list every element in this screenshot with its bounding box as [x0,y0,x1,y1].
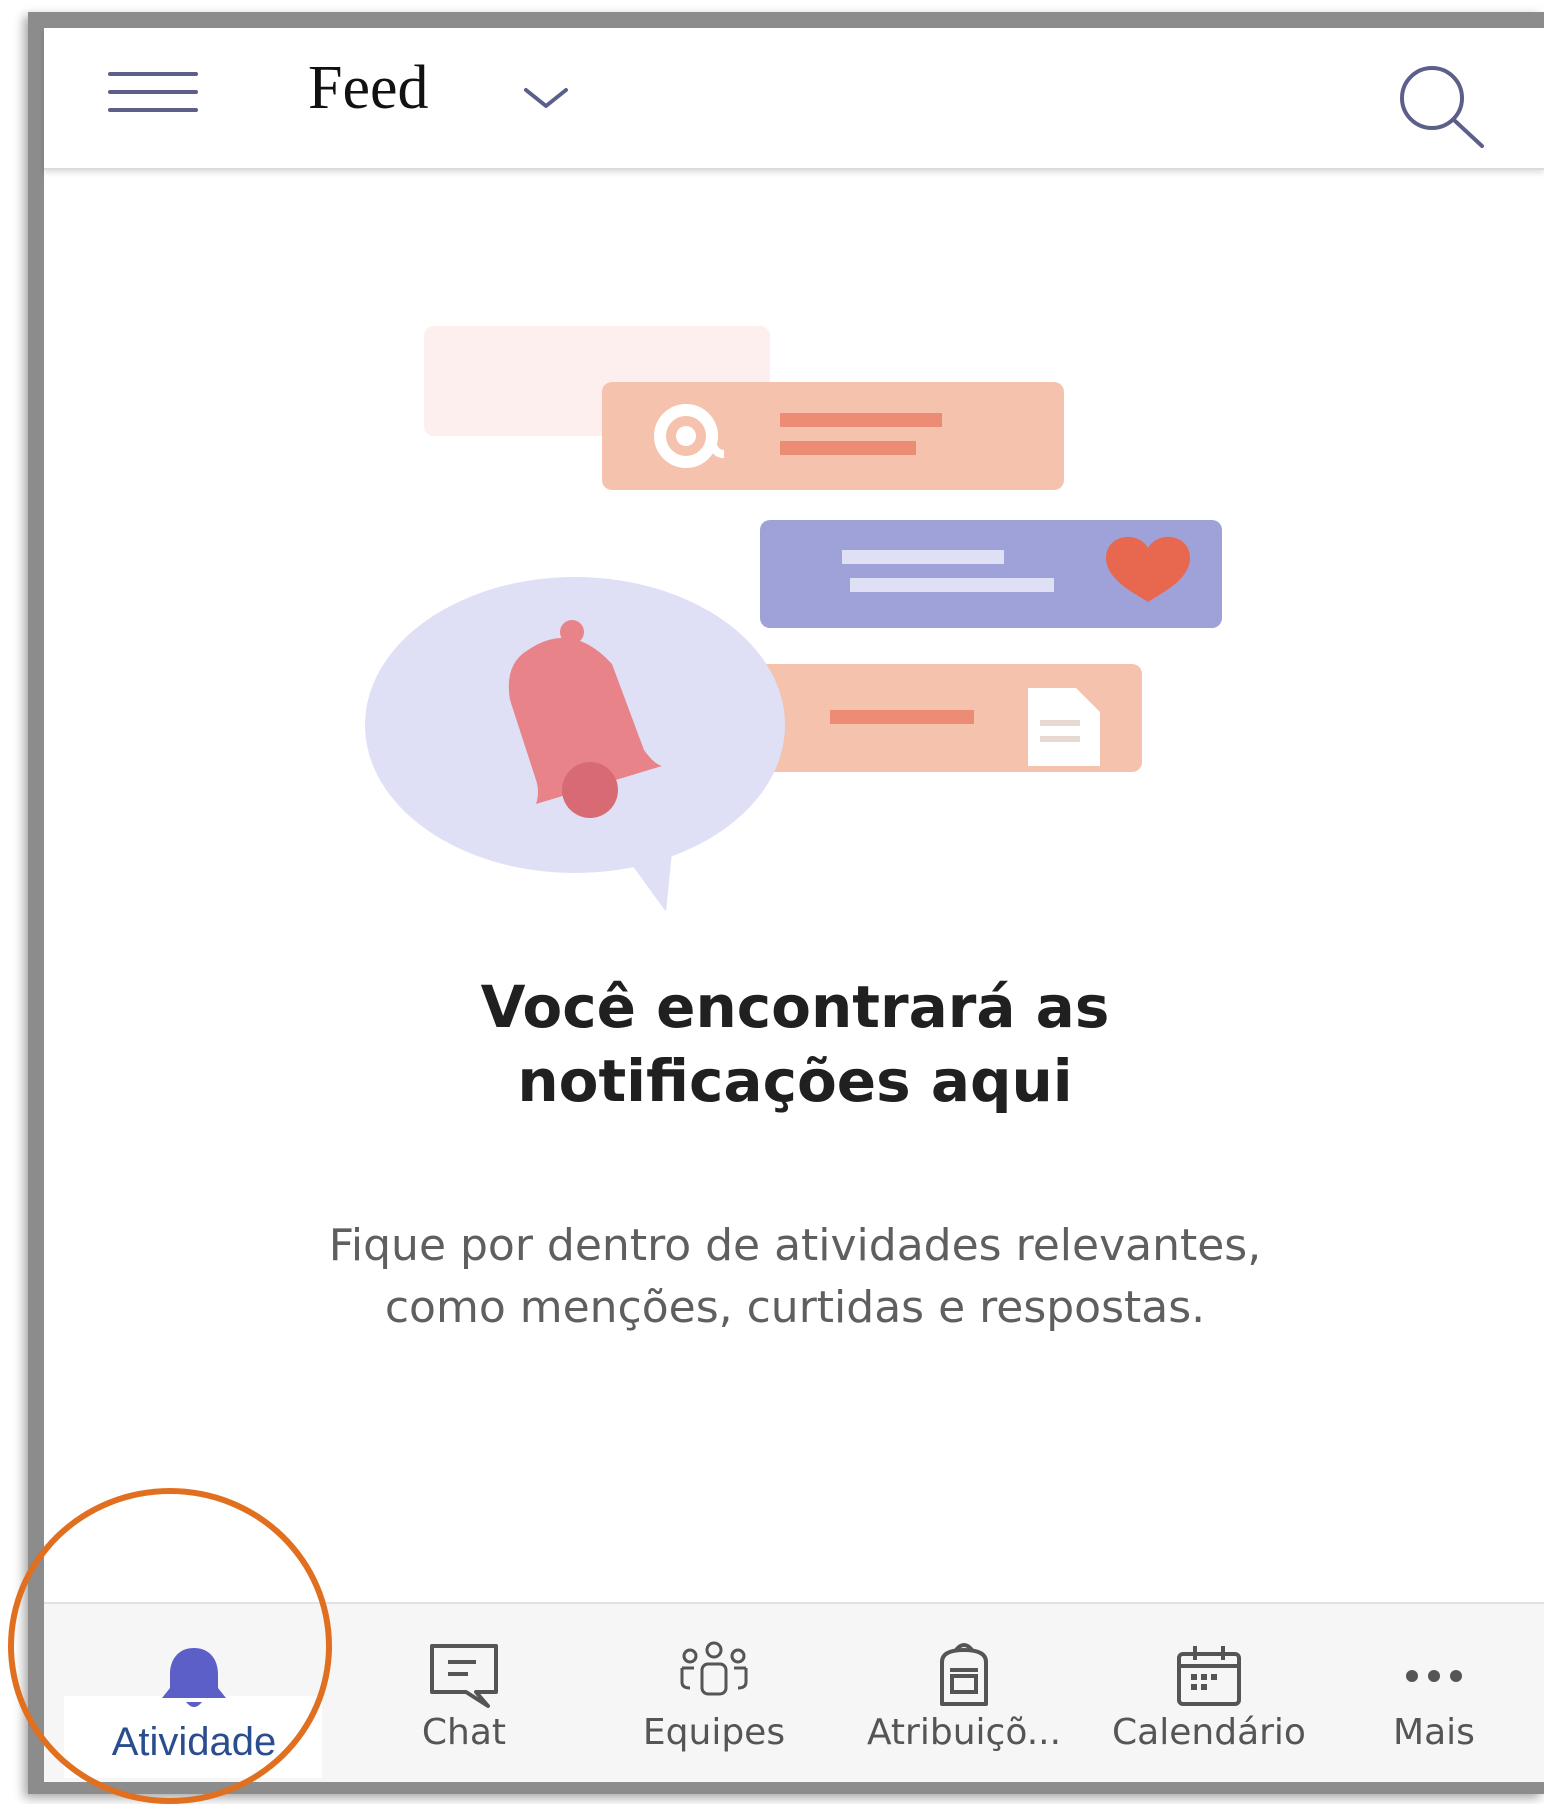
nav-label-mais: Mais [1393,1712,1475,1753]
empty-state-headline: Você encontrará as notificações aqui [480,973,1110,1115]
nav-item-equipes[interactable]: Equipes [584,1604,844,1782]
nav-label-equipes: Equipes [642,1712,786,1753]
notifications-illustration [365,326,1222,910]
backpack-icon [940,1643,988,1706]
teams-icon [680,1641,748,1696]
nav-item-atividade[interactable]: Atividade [44,1604,344,1782]
nav-label-chat: Chat [421,1712,507,1753]
nav-label-atividade: Atividade [111,1720,277,1764]
bell-icon [162,1648,226,1707]
nav-item-atribuicoes[interactable]: Atribuiçõ... [844,1604,1084,1782]
nav-item-chat[interactable]: Chat [344,1604,584,1782]
bottom-navigation: Atividade Chat Equipes Atribuiçõ... Cale… [44,1602,1544,1782]
nav-label-atribuicoes: Atribuiçõ... [866,1712,1062,1753]
calendar-icon [1177,1646,1241,1706]
chat-icon [430,1644,498,1708]
nav-item-mais[interactable]: Mais [1334,1604,1534,1782]
nav-label-calendario: Calendário [1112,1712,1306,1753]
screenshot-frame: Feed Você encontrará as notificações aqu… [0,0,1544,1804]
more-icon [1406,1670,1462,1682]
empty-state-description: Fique por dentro de atividades relevante… [328,1220,1262,1333]
mention-card [602,382,1064,490]
nav-item-calendario[interactable]: Calendário [1084,1604,1334,1782]
hamburger-menu-icon[interactable] [108,62,198,122]
search-icon[interactable] [1390,54,1490,154]
chevron-down-icon[interactable] [520,80,572,116]
top-app-bar: Feed [44,28,1544,170]
page-title: Feed [308,54,429,122]
